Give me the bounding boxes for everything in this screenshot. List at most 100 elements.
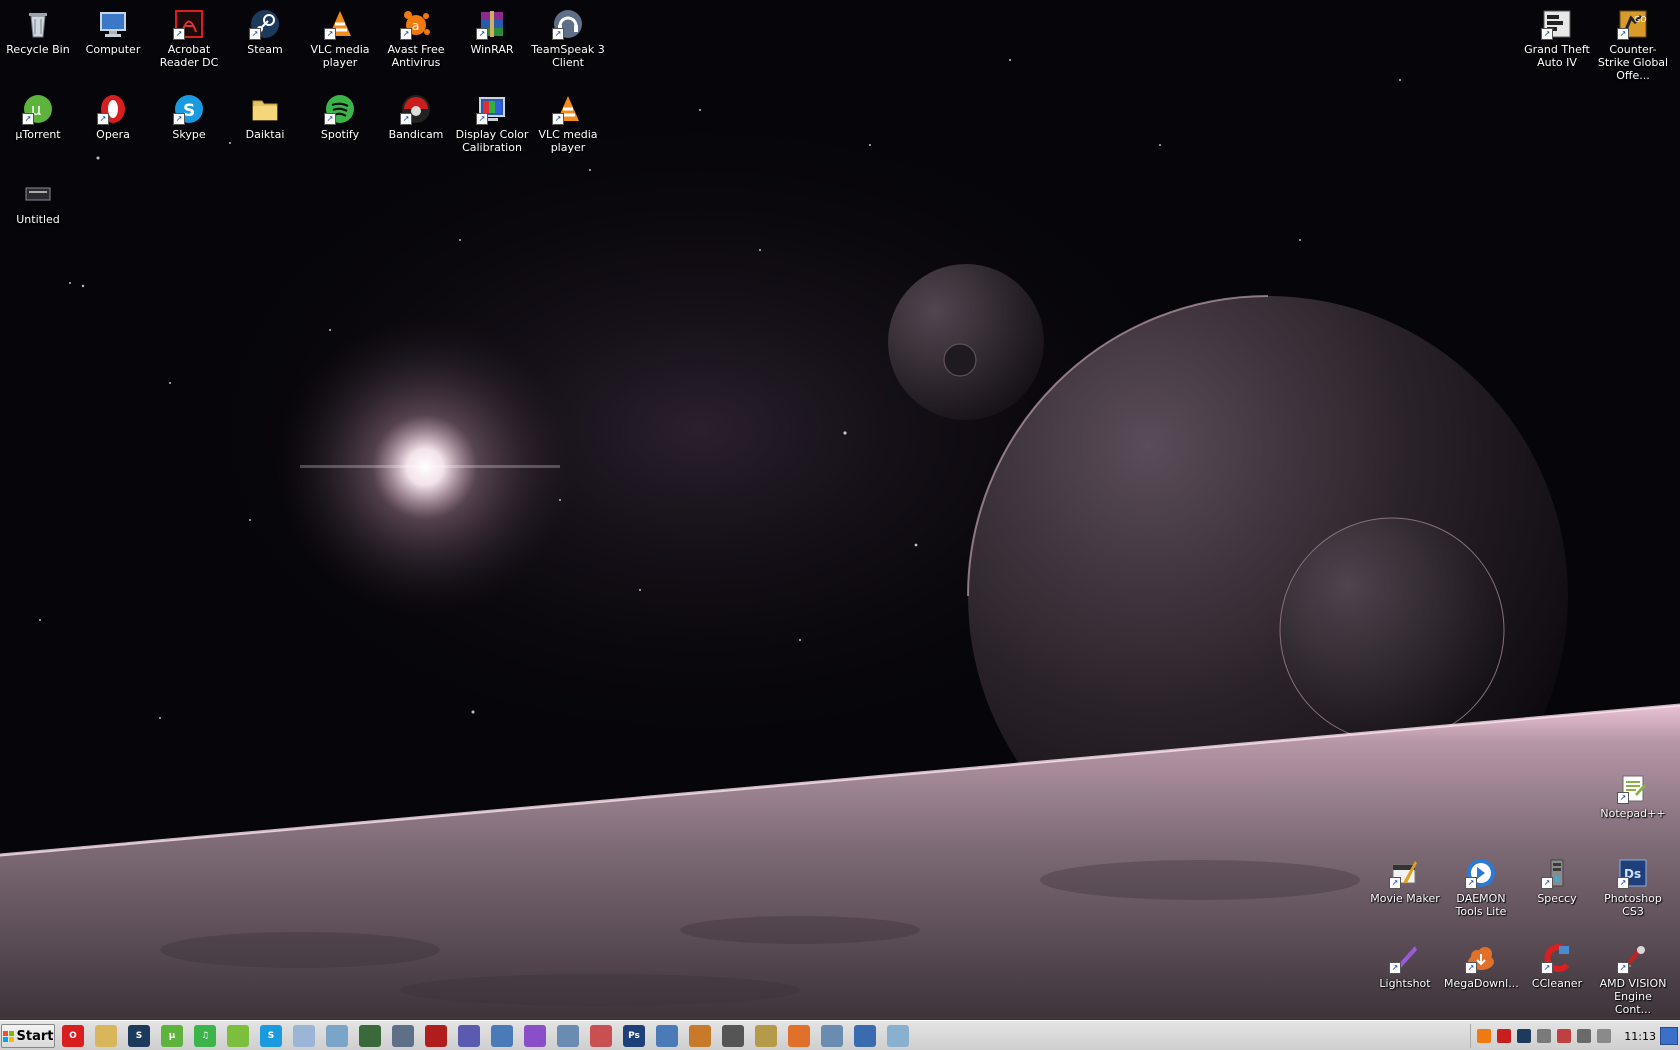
shortcut-arrow-icon: ↗ bbox=[1541, 962, 1553, 974]
notepad-icon[interactable] bbox=[293, 1025, 315, 1047]
desktop-icon-display-color-calibration[interactable]: ↗ Display Color Calibration bbox=[454, 89, 530, 154]
desktop-icon-acrobat-reader[interactable]: ↗ Acrobat Reader DC bbox=[151, 4, 227, 69]
desktop-icon-label: Steam bbox=[247, 43, 283, 56]
quick-launch-glyph: S bbox=[267, 1031, 275, 1041]
desktop-icon-daemon-tools[interactable]: ↗ DAEMON Tools Lite bbox=[1443, 853, 1519, 918]
gamepad-icon[interactable] bbox=[722, 1025, 744, 1047]
megadownloader-icon: ↗ bbox=[1465, 942, 1497, 974]
folder-icon[interactable] bbox=[95, 1025, 117, 1047]
quick-launch-bar: O Sµ ♫ S Ps bbox=[62, 1025, 920, 1047]
photoshop-icon[interactable]: Ps bbox=[623, 1025, 645, 1047]
desktop-icon-label: Bandicam bbox=[388, 128, 444, 141]
quick-launch-glyph: Ps bbox=[628, 1031, 640, 1041]
snipping-tool-icon[interactable] bbox=[590, 1025, 612, 1047]
computer-icon bbox=[97, 8, 129, 40]
movie-maker-icon[interactable] bbox=[689, 1025, 711, 1047]
desktop-icon-vlc[interactable]: ↗ VLC media player bbox=[302, 4, 378, 69]
skype-icon[interactable]: S bbox=[260, 1025, 282, 1047]
teamspeak-icon: ↗ bbox=[552, 8, 584, 40]
defender-tray-icon[interactable] bbox=[1557, 1029, 1571, 1043]
bandicam-icon[interactable] bbox=[425, 1025, 447, 1047]
desktop-icon-skype[interactable]: S ↗ Skype bbox=[151, 89, 227, 141]
desktop-icon-notepadpp[interactable]: ↗ Notepad++ bbox=[1595, 768, 1671, 820]
desktop-icon-avast[interactable]: a ↗ Avast Free Antivirus bbox=[378, 4, 454, 69]
shortcut-arrow-icon: ↗ bbox=[1541, 877, 1553, 889]
avast-tray-icon[interactable] bbox=[1477, 1029, 1491, 1043]
desktop-icon-lightshot[interactable]: ↗ Lightshot bbox=[1367, 938, 1443, 990]
start-button[interactable]: Start bbox=[1, 1024, 55, 1048]
spotify-icon[interactable]: ♫ bbox=[194, 1025, 216, 1047]
desktop-icon-csgo[interactable]: GO ↗ Counter-Strike Global Offe... bbox=[1595, 4, 1671, 82]
utorrent-icon[interactable]: µ bbox=[161, 1025, 183, 1047]
desktop-icon-label: Speccy bbox=[1537, 892, 1577, 905]
shortcut-arrow-icon: ↗ bbox=[476, 28, 488, 40]
teamspeak-icon[interactable] bbox=[392, 1025, 414, 1047]
desktop-icon-opera[interactable]: ↗ Opera bbox=[75, 89, 151, 141]
magnifier-icon[interactable] bbox=[557, 1025, 579, 1047]
desktop-icon-ccleaner[interactable]: ↗ CCleaner bbox=[1519, 938, 1595, 990]
steam-tray-icon[interactable] bbox=[1517, 1029, 1531, 1043]
shortcut-arrow-icon: ↗ bbox=[1617, 792, 1629, 804]
desktop-icon-label: Recycle Bin bbox=[6, 43, 70, 56]
winrar-icon: ↗ bbox=[476, 8, 508, 40]
desktop-icon-untitled[interactable]: Untitled bbox=[0, 174, 76, 226]
shortcut-arrow-icon: ↗ bbox=[173, 113, 185, 125]
desktop-icon-recycle-bin[interactable]: Recycle Bin bbox=[0, 4, 76, 56]
gta-icon: ↗ bbox=[1541, 8, 1573, 40]
desktop-icon-spotify[interactable]: ↗ Spotify bbox=[302, 89, 378, 141]
desktop-icon-label: Display Color Calibration bbox=[455, 128, 529, 154]
acrobat-tray-icon[interactable] bbox=[1497, 1029, 1511, 1043]
utorrent-icon: µ ↗ bbox=[22, 93, 54, 125]
speccy-tray-icon[interactable] bbox=[1537, 1029, 1551, 1043]
messenger-icon[interactable] bbox=[227, 1025, 249, 1047]
lightshot-icon[interactable] bbox=[524, 1025, 546, 1047]
network-tray-icon[interactable] bbox=[1577, 1029, 1591, 1043]
acrobat-icon: ↗ bbox=[173, 8, 205, 40]
desktop-icon-photoshop[interactable]: Ds ↗ Photoshop CS3 bbox=[1595, 853, 1671, 918]
color-calibration-icon[interactable] bbox=[326, 1025, 348, 1047]
shortcut-arrow-icon: ↗ bbox=[552, 113, 564, 125]
desktop-icon-speccy[interactable]: ↗ Speccy bbox=[1519, 853, 1595, 905]
steam-icon[interactable]: S bbox=[128, 1025, 150, 1047]
volume-tray-icon[interactable] bbox=[1597, 1029, 1611, 1043]
gpu-icon[interactable] bbox=[359, 1025, 381, 1047]
show-desktop-button[interactable] bbox=[1660, 1027, 1678, 1045]
desktop-icon-label: Spotify bbox=[320, 128, 360, 141]
recycle-bin-icon bbox=[22, 8, 54, 40]
desktop-icon-megadownloader[interactable]: ↗ MegaDownl... bbox=[1443, 938, 1519, 990]
archive-icon[interactable] bbox=[755, 1025, 777, 1047]
desktop-icon-winrar[interactable]: ↗ WinRAR bbox=[454, 4, 530, 56]
desktop-icon-label: MegaDownl... bbox=[1444, 977, 1519, 990]
spotify-icon: ↗ bbox=[324, 93, 356, 125]
daemon-tools-icon: ↗ bbox=[1465, 857, 1497, 889]
quick-launch-glyph: ♫ bbox=[200, 1031, 210, 1041]
winrar-icon[interactable] bbox=[458, 1025, 480, 1047]
desktop-icon-computer[interactable]: Computer bbox=[75, 4, 151, 56]
desktop-icon-gta-iv[interactable]: ↗ Grand Theft Auto IV bbox=[1519, 4, 1595, 69]
notes-icon[interactable] bbox=[887, 1025, 909, 1047]
desktop-icon-utorrent[interactable]: µ ↗ µTorrent bbox=[0, 89, 76, 141]
taskbar: Start O Sµ ♫ S Ps 11:13 bbox=[0, 1020, 1680, 1050]
desktop-icon-daiktai-folder[interactable]: Daiktai bbox=[227, 89, 303, 141]
display-icon[interactable] bbox=[854, 1025, 876, 1047]
shortcut-arrow-icon: ↗ bbox=[249, 28, 261, 40]
desktop-icon-steam[interactable]: ↗ Steam bbox=[227, 4, 303, 56]
network-icon[interactable] bbox=[821, 1025, 843, 1047]
amd-icon: ↗ bbox=[1617, 942, 1649, 974]
clock[interactable]: 11:13 bbox=[1624, 1030, 1656, 1043]
desktop-icon-bandicam[interactable]: ↗ Bandicam bbox=[378, 89, 454, 141]
desktop-icon-movie-maker[interactable]: ↗ Movie Maker bbox=[1367, 853, 1443, 905]
ccleaner-icon: ↗ bbox=[1541, 942, 1573, 974]
desktop-icon-teamspeak[interactable]: ↗ TeamSpeak 3 Client bbox=[530, 4, 606, 69]
desktop-icon-amd-vision[interactable]: ↗ AMD VISION Engine Cont... bbox=[1595, 938, 1671, 1016]
megadownloader-icon[interactable] bbox=[788, 1025, 810, 1047]
opera-icon[interactable]: O bbox=[62, 1025, 84, 1047]
desktop-icon-label: Skype bbox=[172, 128, 206, 141]
desktop-icon-label: Movie Maker bbox=[1370, 892, 1440, 905]
control-panel-icon[interactable] bbox=[656, 1025, 678, 1047]
remote-desktop-icon[interactable] bbox=[491, 1025, 513, 1047]
quick-launch-glyph: S bbox=[135, 1031, 143, 1041]
desktop-icon-vlc-2[interactable]: ↗ VLC media player bbox=[530, 89, 606, 154]
desktop-icon-label: Lightshot bbox=[1379, 977, 1431, 990]
shortcut-arrow-icon: ↗ bbox=[400, 113, 412, 125]
